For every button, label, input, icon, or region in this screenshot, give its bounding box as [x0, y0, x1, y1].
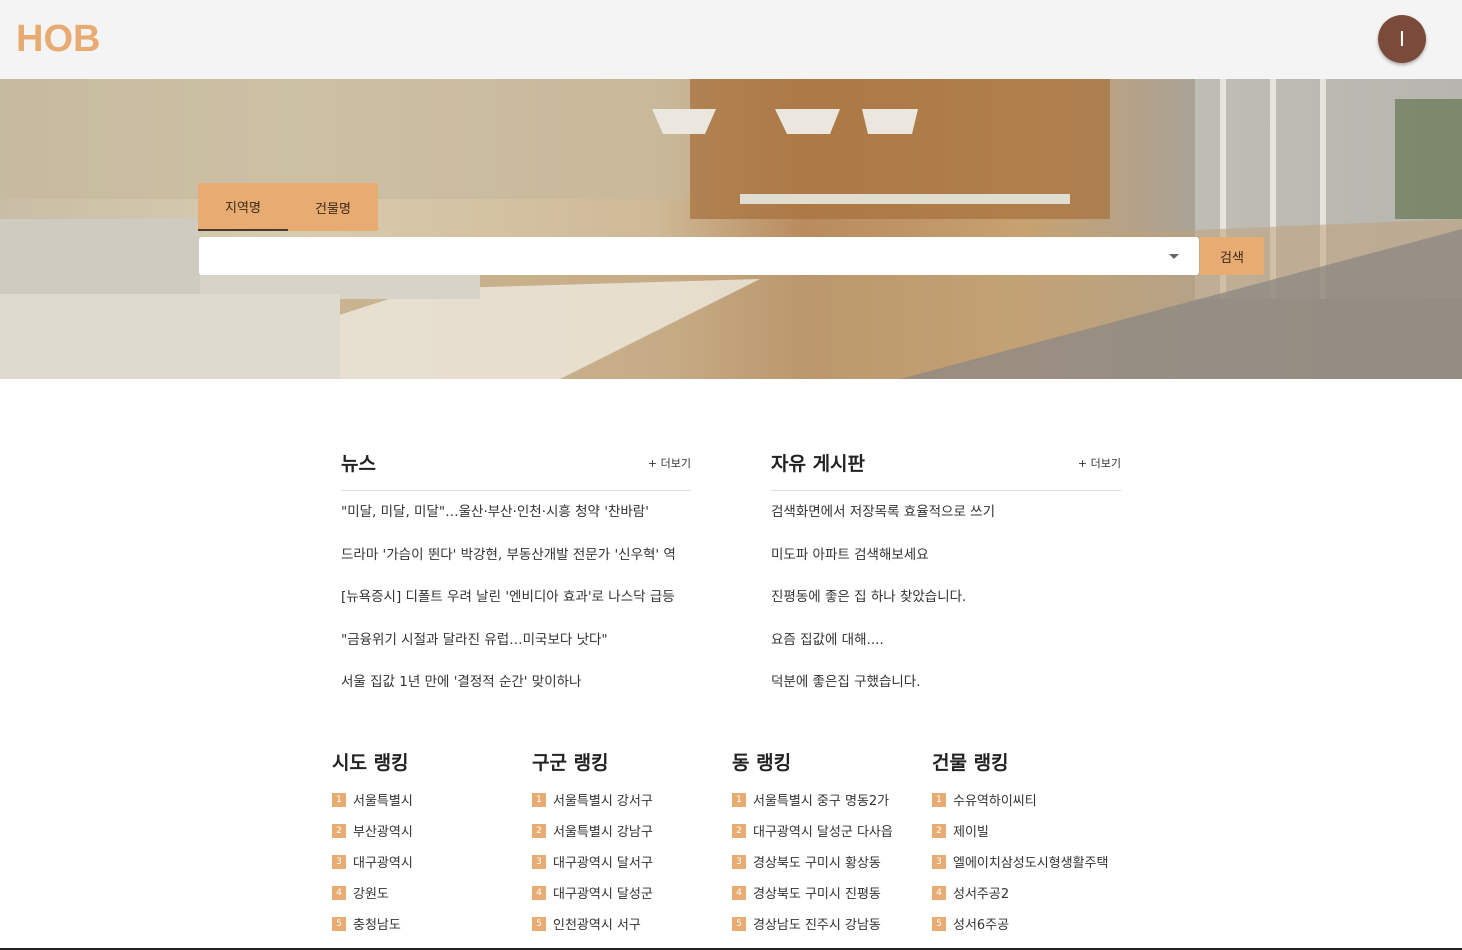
- ranking-item[interactable]: 4 대구광역시 달성군: [532, 877, 732, 908]
- board-post-item[interactable]: 요즘 집값에 대해....: [771, 629, 1121, 672]
- ranking-item[interactable]: 3 경상북도 구미시 황상동: [732, 846, 932, 877]
- board-post-item[interactable]: 미도파 아파트 검색해보세요: [771, 544, 1121, 587]
- ranking-item[interactable]: 4 강원도: [332, 877, 532, 908]
- rank-badge: 3: [932, 854, 946, 869]
- rank-badge: 5: [332, 916, 346, 931]
- rank-badge: 2: [532, 823, 546, 838]
- ranking-item[interactable]: 4 경상북도 구미시 진평동: [732, 877, 932, 908]
- ranking-item[interactable]: 2 대구광역시 달성군 다사읍: [732, 815, 932, 846]
- board-post-item[interactable]: 덕분에 좋은집 구했습니다.: [771, 671, 1121, 714]
- tab-region-name[interactable]: 지역명: [198, 183, 288, 231]
- news-title: 뉴스: [341, 453, 376, 475]
- board-post-item[interactable]: 진평동에 좋은 집 하나 찾았습니다.: [771, 586, 1121, 629]
- ranking-item[interactable]: 3 엘에이치삼성도시형생활주택: [932, 846, 1132, 877]
- news-item[interactable]: "미달, 미달, 미달"…울산·부산·인천·시흥 청약 '찬바람': [341, 501, 691, 544]
- board-post-item[interactable]: 검색화면에서 저장목록 효율적으로 쓰기: [771, 501, 1121, 544]
- news-board: 뉴스 + 더보기 "미달, 미달, 미달"…울산·부산·인천·시흥 청약 '찬바…: [341, 443, 691, 714]
- ranking-item[interactable]: 3 대구광역시: [332, 846, 532, 877]
- news-list: "미달, 미달, 미달"…울산·부산·인천·시흥 청약 '찬바람' 드라마 '가…: [341, 501, 691, 714]
- search-button[interactable]: 검색: [1200, 237, 1264, 275]
- ranking-item[interactable]: 1 서울특별시 강서구: [532, 784, 732, 815]
- news-item[interactable]: [뉴욕증시] 디폴트 우려 날린 '엔비디아 효과'로 나스닥 급등: [341, 586, 691, 629]
- ranking-item[interactable]: 1 서울특별시: [332, 784, 532, 815]
- rank-badge: 5: [532, 916, 546, 931]
- top-header: HOB I: [0, 0, 1462, 79]
- hero-banner: 지역명 건물명 검색: [0, 79, 1462, 379]
- ranking-item[interactable]: 1 수유역하이씨티: [932, 784, 1132, 815]
- news-item[interactable]: 드라마 '가슴이 뛴다' 박강현, 부동산개발 전문가 '신우혁' 역: [341, 544, 691, 587]
- gugun-ranking-title: 구군 랭킹: [532, 752, 609, 774]
- ranking-item[interactable]: 1 서울특별시 중구 명동2가: [732, 784, 932, 815]
- rank-badge: 4: [532, 885, 546, 900]
- sido-ranking: 시도 랭킹 1 서울특별시 2 부산광역시 3 대구광역시 4 강원도 5 충청남도: [332, 748, 532, 939]
- rank-badge: 1: [732, 792, 746, 807]
- free-board-title: 자유 게시판: [771, 453, 866, 475]
- ranking-item[interactable]: 4 성서주공2: [932, 877, 1132, 908]
- ranking-item[interactable]: 3 대구광역시 달서구: [532, 846, 732, 877]
- ranking-item[interactable]: 5 인천광역시 서구: [532, 908, 732, 939]
- ranking-item[interactable]: 5 충청남도: [332, 908, 532, 939]
- rank-badge: 5: [932, 916, 946, 931]
- rank-badge: 3: [332, 854, 346, 869]
- logo[interactable]: HOB: [16, 18, 100, 61]
- search-input[interactable]: [199, 237, 1159, 275]
- free-board-list: 검색화면에서 저장목록 효율적으로 쓰기 미도파 아파트 검색해보세요 진평동에…: [771, 501, 1121, 714]
- sido-ranking-title: 시도 랭킹: [332, 752, 409, 774]
- rank-badge: 3: [732, 854, 746, 869]
- news-item[interactable]: 서울 집값 1년 만에 '결정적 순간' 맞이하나: [341, 671, 691, 714]
- rank-badge: 1: [932, 792, 946, 807]
- rank-badge: 3: [532, 854, 546, 869]
- rank-badge: 4: [932, 885, 946, 900]
- rank-badge: 1: [532, 792, 546, 807]
- free-board: 자유 게시판 + 더보기 검색화면에서 저장목록 효율적으로 쓰기 미도파 아파…: [771, 443, 1121, 714]
- free-board-more-link[interactable]: + 더보기: [1078, 455, 1121, 471]
- building-ranking-title: 건물 랭킹: [932, 752, 1009, 774]
- ranking-item[interactable]: 2 부산광역시: [332, 815, 532, 846]
- ranking-item[interactable]: 2 서울특별시 강남구: [532, 815, 732, 846]
- rank-badge: 4: [732, 885, 746, 900]
- gugun-ranking: 구군 랭킹 1 서울특별시 강서구 2 서울특별시 강남구 3 대구광역시 달서구 4…: [532, 748, 732, 939]
- rank-badge: 2: [932, 823, 946, 838]
- chevron-down-icon[interactable]: [1169, 254, 1179, 259]
- ranking-item[interactable]: 5 경상남도 진주시 강남동: [732, 908, 932, 939]
- dong-ranking: 동 랭킹 1 서울특별시 중구 명동2가 2 대구광역시 달성군 다사읍 3 경상북도…: [732, 748, 932, 939]
- building-ranking: 건물 랭킹 1 수유역하이씨티 2 제이빌 3 엘에이치삼성도시형생활주택 4 성서주공…: [932, 748, 1132, 939]
- rank-badge: 4: [332, 885, 346, 900]
- rank-badge: 2: [732, 823, 746, 838]
- user-avatar[interactable]: I: [1378, 15, 1426, 63]
- ranking-item[interactable]: 5 성서6주공: [932, 908, 1132, 939]
- news-more-link[interactable]: + 더보기: [648, 455, 691, 471]
- news-board-header: 뉴스 + 더보기: [341, 443, 691, 491]
- tab-building-name[interactable]: 건물명: [288, 183, 378, 231]
- ranking-item[interactable]: 2 제이빌: [932, 815, 1132, 846]
- news-item[interactable]: "금융위기 시절과 달라진 유럽…미국보다 낫다": [341, 629, 691, 672]
- search-type-tabs: 지역명 건물명: [198, 183, 378, 231]
- free-board-header: 자유 게시판 + 더보기: [771, 443, 1121, 491]
- rank-badge: 5: [732, 916, 746, 931]
- search-combobox[interactable]: [199, 237, 1199, 275]
- dong-ranking-title: 동 랭킹: [732, 752, 792, 774]
- rank-badge: 2: [332, 823, 346, 838]
- rank-badge: 1: [332, 792, 346, 807]
